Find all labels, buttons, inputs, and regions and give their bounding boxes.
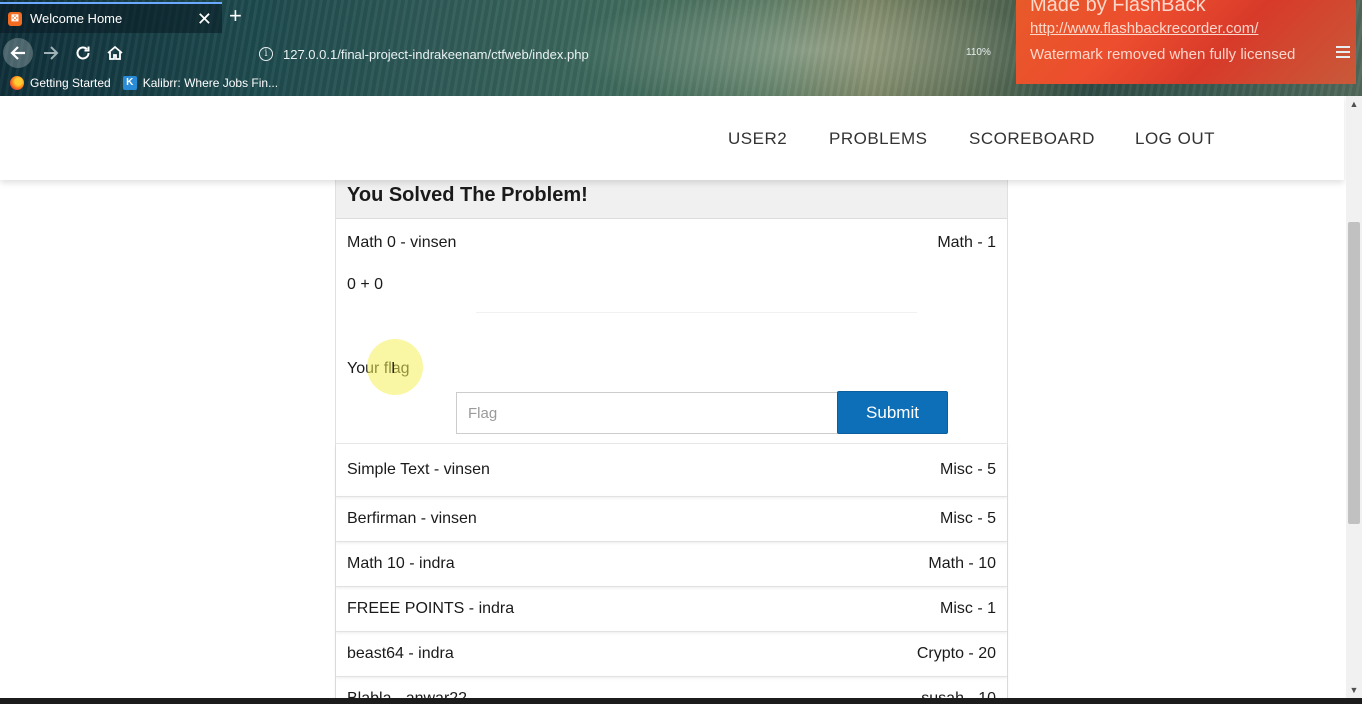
problem-title[interactable]: Blabla - anwar22 [347,690,467,698]
problem-title[interactable]: Berfirman - vinsen [347,510,477,528]
problem-category: Misc - 5 [940,510,996,527]
zoom-level[interactable]: 110% [966,47,991,58]
problem-category: susah - 10 [921,690,996,698]
nav-scoreboard[interactable]: SCOREBOARD [969,129,1095,149]
divider [476,312,917,313]
arrow-left-icon [10,46,25,60]
recorder-watermark: Made by FlashBack http://www.flashbackre… [1016,0,1356,84]
problem-title[interactable]: Math 0 - vinsen [347,234,456,252]
problem-row[interactable]: Math 10 - indra Math - 10 [336,541,1007,586]
info-icon[interactable]: i [259,47,273,61]
problem-row[interactable]: Berfirman - vinsen Misc - 5 [336,496,1007,541]
nav-logout[interactable]: LOG OUT [1135,129,1215,149]
problems-panel: You Solved The Problem! Math 0 - vinsen … [335,166,1008,698]
close-tab-icon[interactable]: ✕ [197,10,212,28]
site-navbar: USER2 PROBLEMS SCOREBOARD LOG OUT [0,96,1344,180]
problem-title[interactable]: Simple Text - vinsen [347,461,490,479]
bookmarks-bar: Getting Started K Kalibrr: Where Jobs Fi… [0,73,290,93]
bookmark-kalibrr[interactable]: K Kalibrr: Where Jobs Fin... [122,76,279,90]
problem-category: Math - 1 [937,234,996,251]
new-tab-icon[interactable]: + [229,4,242,28]
text-cursor-icon: I [391,359,396,377]
problem-category: Crypto - 20 [916,645,996,662]
watermark-title: Made by FlashBack [1030,0,1206,16]
flag-input[interactable] [456,392,838,434]
bookmark-label: Getting Started [30,76,111,90]
solved-heading: You Solved The Problem! [347,184,588,206]
problem-title[interactable]: Math 10 - indra [347,555,455,573]
reload-button[interactable] [68,38,98,68]
problem-row[interactable]: beast64 - indra Crypto - 20 [336,631,1007,676]
problem-row[interactable]: Simple Text - vinsen Misc - 5 [336,444,1007,496]
tab-title: Welcome Home [30,11,123,26]
open-problem: Math 0 - vinsen Math - 1 0 + 0 Your flag… [336,219,1007,444]
reload-icon [76,46,90,60]
browser-tab[interactable]: ⊠ Welcome Home ✕ [0,2,222,33]
web-page: USER2 PROBLEMS SCOREBOARD LOG OUT You So… [0,96,1346,698]
problem-question: 0 + 0 [347,276,384,293]
scroll-up-icon[interactable]: ▲ [1346,96,1362,112]
firefox-icon [10,76,24,90]
home-icon [107,45,123,60]
problem-category: Misc - 1 [940,600,996,617]
problem-row[interactable]: FREEE POINTS - indra Misc - 1 [336,586,1007,631]
address-bar[interactable]: i 127.0.0.1/final-project-indrakeenam/ct… [250,40,1010,68]
arrow-right-icon [44,46,59,60]
watermark-url: http://www.flashbackrecorder.com/ [1030,20,1259,37]
kalibrr-icon: K [122,76,137,90]
vertical-scrollbar[interactable]: ▲ ▼ [1346,96,1362,698]
browser-chrome: ⊠ Welcome Home ✕ + i 127.0.0.1/final-pro… [0,0,1362,96]
nav-user[interactable]: USER2 [728,129,787,149]
problem-title[interactable]: FREEE POINTS - indra [347,600,514,618]
problem-title[interactable]: beast64 - indra [347,645,454,663]
bookmark-label: Kalibrr: Where Jobs Fin... [142,76,279,90]
nav-problems[interactable]: PROBLEMS [829,129,927,149]
home-button[interactable] [100,38,130,68]
submit-button[interactable]: Submit [837,391,948,434]
back-button[interactable] [3,38,33,68]
scroll-thumb[interactable] [1348,222,1360,524]
url-text[interactable]: 127.0.0.1/final-project-indrakeenam/ctfw… [283,47,589,62]
forward-button[interactable] [36,38,66,68]
taskbar-strip [0,698,1362,704]
flag-label: Your flag [347,360,410,377]
xampp-favicon-icon: ⊠ [8,11,22,26]
problem-category: Misc - 5 [940,461,996,478]
hamburger-icon[interactable] [1336,46,1350,61]
problem-category: Math - 10 [928,555,996,572]
bookmark-getting-started[interactable]: Getting Started [0,76,111,90]
watermark-note: Watermark removed when fully licensed [1030,46,1296,63]
scroll-down-icon[interactable]: ▼ [1346,682,1362,698]
problem-row[interactable]: Blabla - anwar22 susah - 10 [336,676,1007,698]
